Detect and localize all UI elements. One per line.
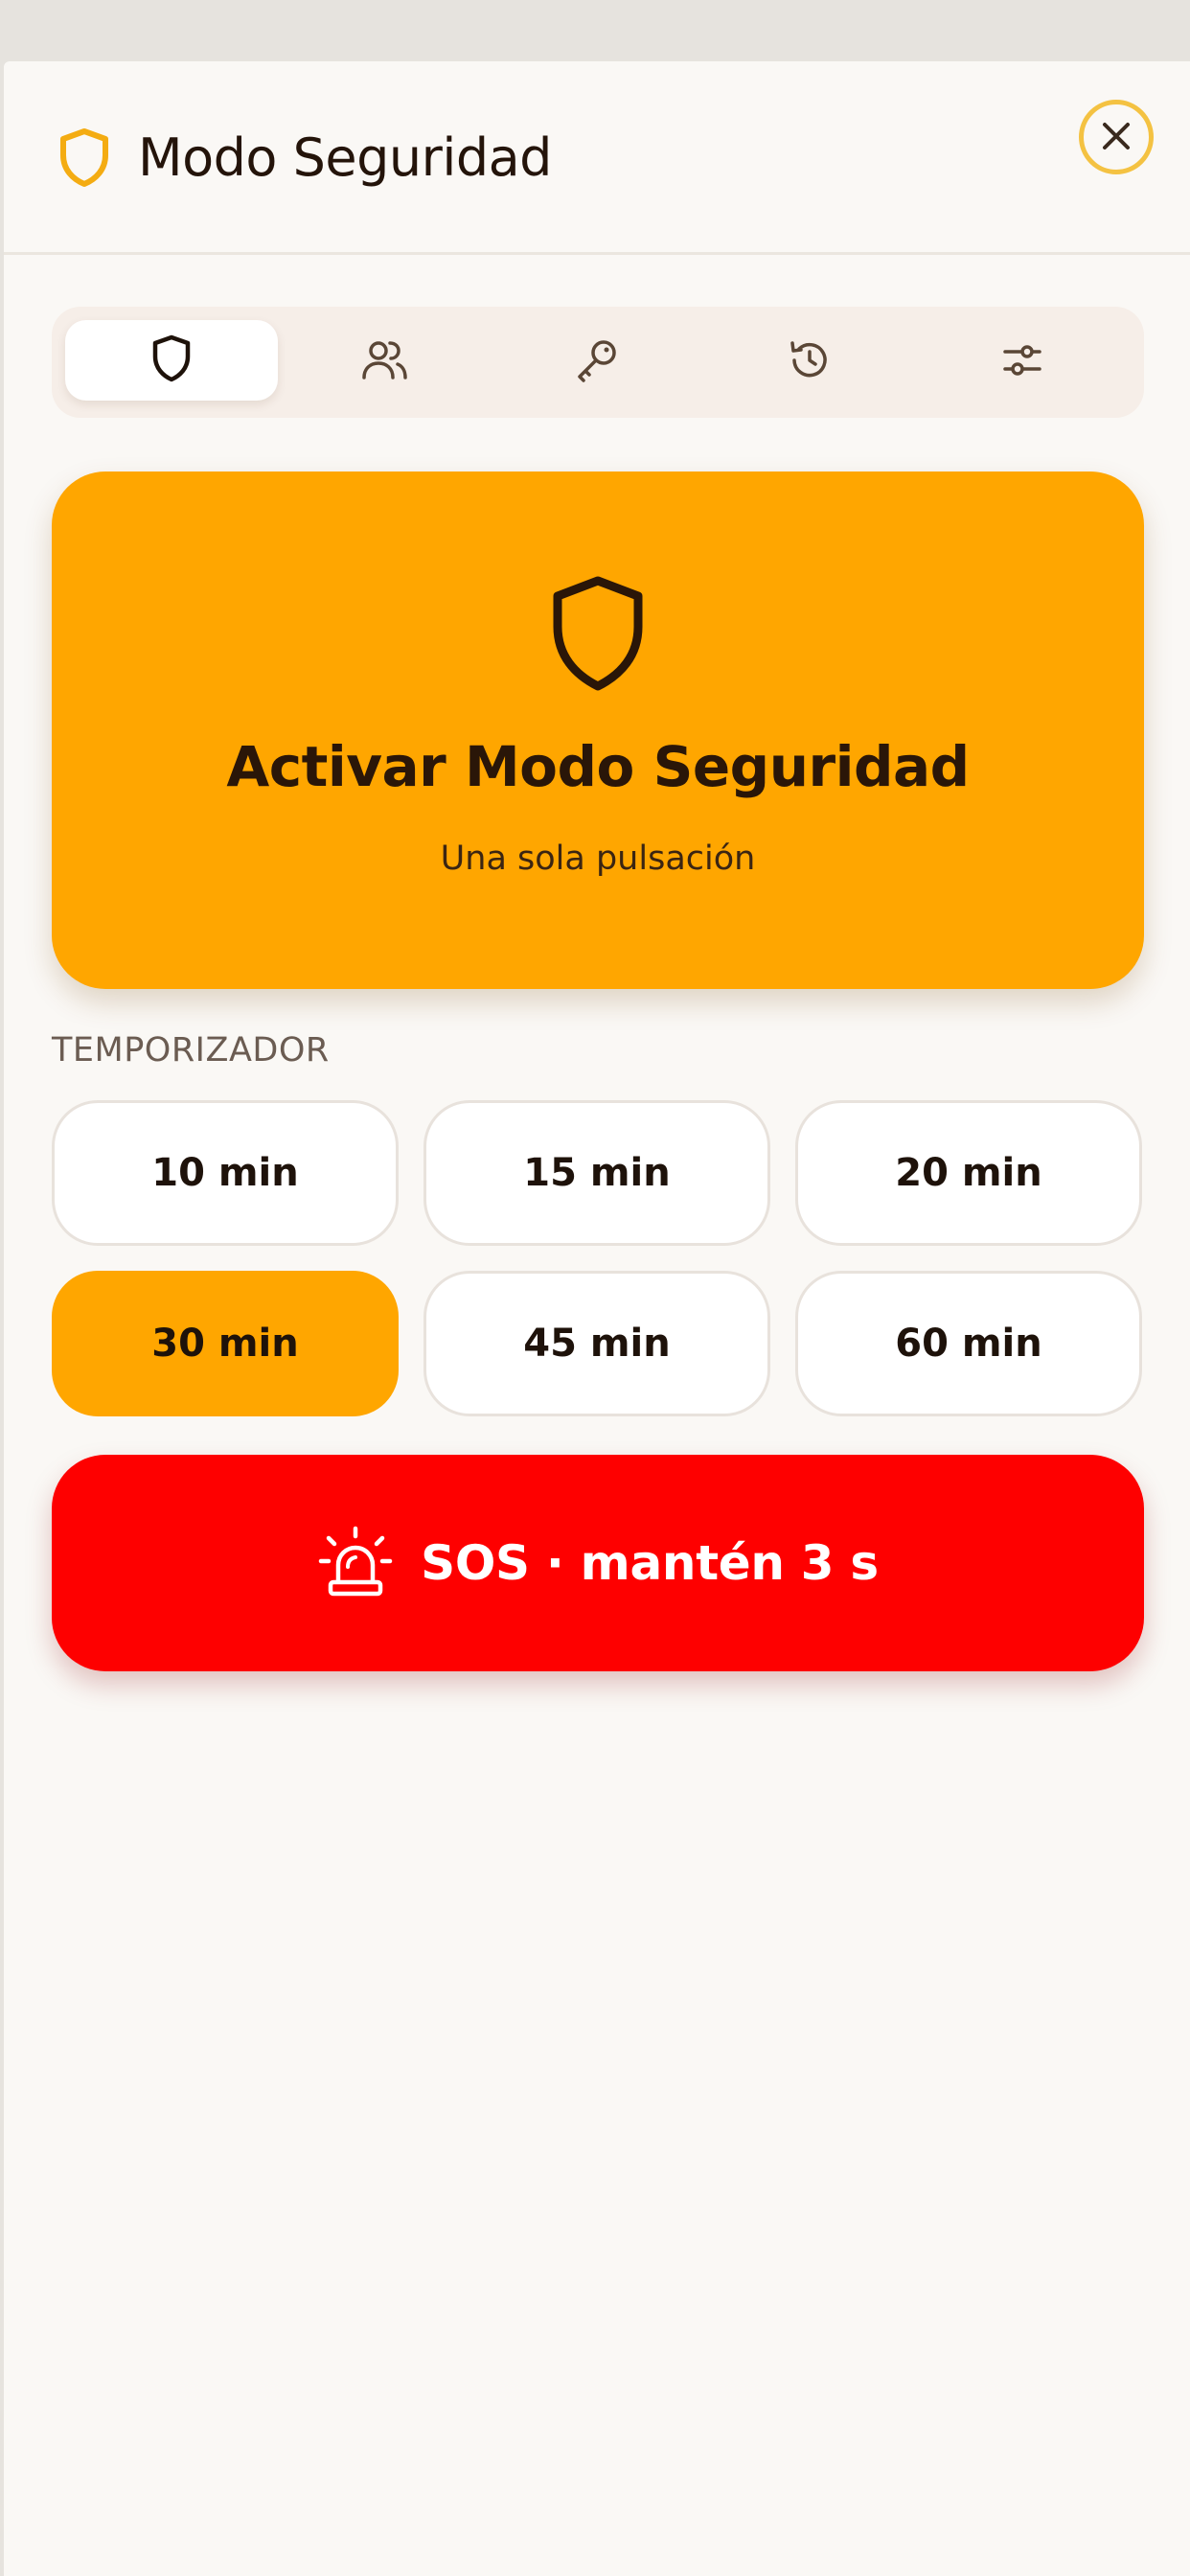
tab-keys[interactable] xyxy=(491,307,703,418)
page-title: Modo Seguridad xyxy=(138,127,552,188)
hero-subtitle: Una sola pulsación xyxy=(440,840,756,878)
tab-history[interactable] xyxy=(703,307,916,418)
shield-icon xyxy=(550,575,646,694)
siren-icon xyxy=(317,1525,394,1601)
users-icon xyxy=(359,335,409,389)
key-icon xyxy=(572,335,622,389)
security-sheet: Modo Seguridad Activar Modo Seguridad Un… xyxy=(4,61,1190,2576)
tab-contacts[interactable] xyxy=(278,307,491,418)
close-icon xyxy=(1099,119,1133,156)
sos-button[interactable]: SOS · mantén 3 s xyxy=(52,1455,1144,1671)
sliders-icon xyxy=(997,335,1047,389)
shield-icon xyxy=(150,334,193,387)
timer-label: TEMPORIZADOR xyxy=(52,1031,330,1070)
timer-option-15[interactable]: 15 min xyxy=(423,1100,770,1246)
history-icon xyxy=(785,335,835,389)
shield-icon xyxy=(57,126,111,188)
timer-option-20[interactable]: 20 min xyxy=(795,1100,1142,1246)
tab-bar xyxy=(52,307,1144,418)
tab-security[interactable] xyxy=(65,320,278,401)
close-button[interactable] xyxy=(1079,100,1154,174)
sheet-header: Modo Seguridad xyxy=(4,61,1190,255)
timer-option-30[interactable]: 30 min xyxy=(52,1271,399,1416)
timer-option-10[interactable]: 10 min xyxy=(52,1100,399,1246)
activate-security-button[interactable]: Activar Modo Seguridad Una sola pulsació… xyxy=(52,472,1144,989)
timer-option-60[interactable]: 60 min xyxy=(795,1271,1142,1416)
sos-label: SOS · mantén 3 s xyxy=(421,1535,879,1591)
hero-title: Activar Modo Seguridad xyxy=(226,734,970,799)
timer-option-45[interactable]: 45 min xyxy=(423,1271,770,1416)
tab-settings[interactable] xyxy=(916,307,1129,418)
